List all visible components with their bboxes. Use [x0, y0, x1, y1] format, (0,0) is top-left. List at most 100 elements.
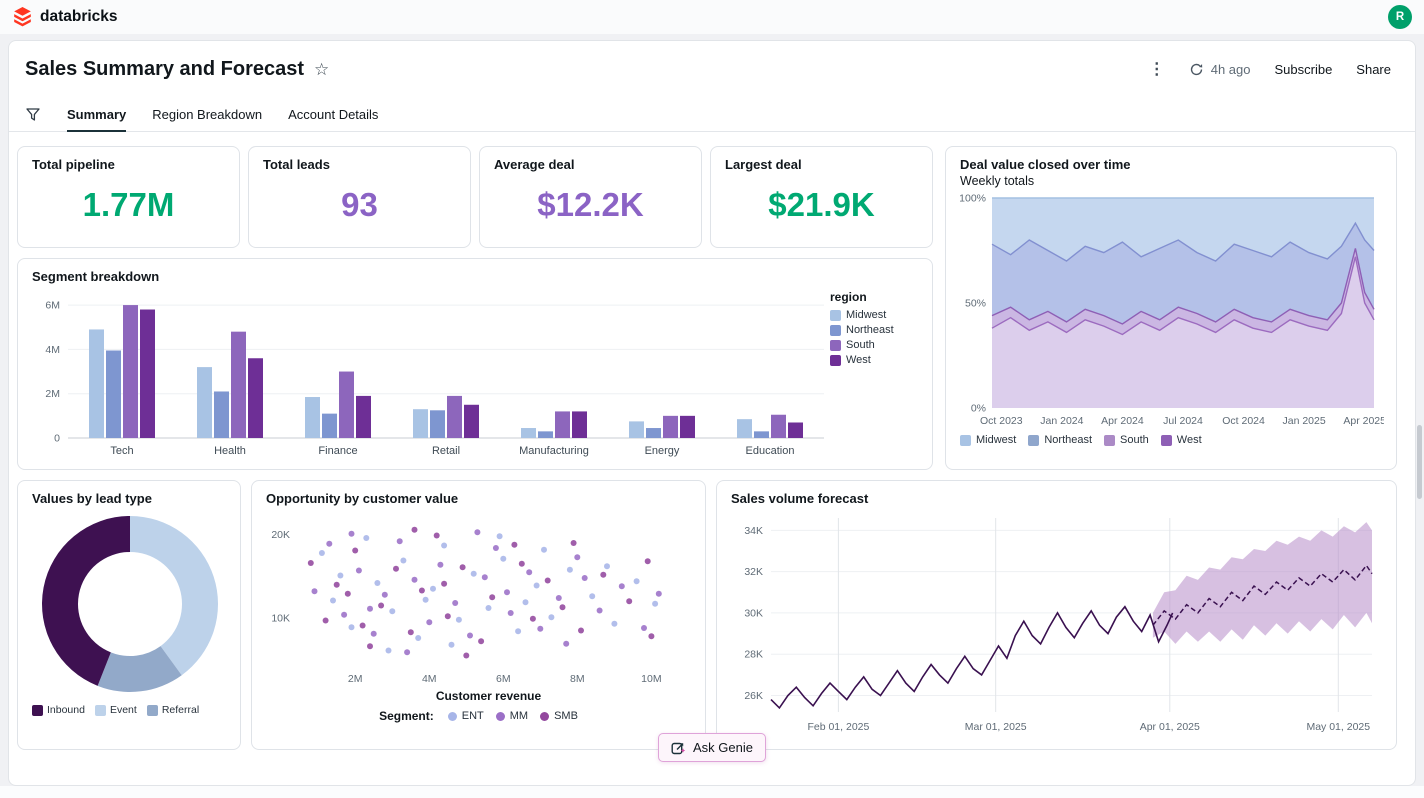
scatter-point-ent[interactable]	[374, 580, 381, 586]
scatter-point-ent[interactable]	[455, 616, 462, 623]
bar-midwest[interactable]	[305, 397, 320, 438]
user-avatar[interactable]: R	[1388, 5, 1412, 29]
more-options-button[interactable]: ⋮	[1149, 59, 1165, 79]
scatter-point-smb[interactable]	[378, 602, 385, 609]
legend-item-northeast[interactable]: Northeast	[830, 324, 916, 336]
scatter-point-ent[interactable]	[522, 599, 529, 606]
scatter-point-mm[interactable]	[311, 588, 318, 595]
scatter-point-mm[interactable]	[355, 567, 362, 574]
share-button[interactable]: Share	[1356, 62, 1391, 77]
legend-item-event[interactable]: Event	[94, 704, 137, 716]
bar-west[interactable]	[572, 411, 587, 438]
scatter-point-smb[interactable]	[644, 558, 651, 565]
scatter-point-ent[interactable]	[337, 572, 344, 579]
scatter-point-ent[interactable]	[548, 614, 555, 621]
bar-midwest[interactable]	[737, 419, 752, 438]
scatter-point-smb[interactable]	[359, 622, 366, 629]
donut-slice-event[interactable]	[130, 516, 219, 676]
bar-northeast[interactable]	[646, 428, 661, 438]
databricks-logo[interactable]: databricks	[12, 6, 118, 28]
scatter-point-smb[interactable]	[441, 580, 448, 587]
bar-northeast[interactable]	[538, 431, 553, 438]
bar-west[interactable]	[140, 309, 155, 438]
bar-west[interactable]	[788, 422, 803, 438]
scatter-point-ent[interactable]	[541, 546, 547, 553]
bar-south[interactable]	[123, 305, 138, 438]
legend-item-midwest[interactable]: Midwest	[960, 434, 1016, 446]
scatter-point-ent[interactable]	[500, 555, 507, 562]
scatter-point-smb[interactable]	[322, 617, 329, 624]
legend-item-mm[interactable]: MM	[495, 710, 528, 722]
bar-midwest[interactable]	[197, 367, 212, 438]
scatter-point-ent[interactable]	[566, 566, 573, 573]
tab-region-breakdown[interactable]: Region Breakdown	[152, 97, 262, 132]
lead-type-donut-chart[interactable]	[32, 510, 228, 700]
legend-item-northeast[interactable]: Northeast	[1028, 434, 1092, 446]
scatter-point-mm[interactable]	[537, 625, 544, 632]
scatter-point-smb[interactable]	[393, 565, 399, 572]
scatter-point-mm[interactable]	[437, 561, 444, 568]
tab-account-details[interactable]: Account Details	[288, 97, 378, 132]
scatter-point-ent[interactable]	[441, 542, 448, 549]
bar-midwest[interactable]	[413, 409, 428, 438]
scatter-point-smb[interactable]	[570, 540, 577, 546]
scatter-point-ent[interactable]	[611, 620, 618, 627]
scatter-point-ent[interactable]	[430, 585, 436, 592]
scatter-point-smb[interactable]	[626, 598, 633, 605]
scatter-point-ent[interactable]	[318, 550, 325, 556]
bar-northeast[interactable]	[322, 413, 337, 438]
bar-midwest[interactable]	[629, 421, 644, 438]
bar-northeast[interactable]	[106, 350, 121, 438]
scatter-point-ent[interactable]	[470, 570, 477, 577]
scatter-point-smb[interactable]	[367, 643, 373, 650]
scatter-point-smb[interactable]	[459, 564, 466, 571]
scatter-point-mm[interactable]	[370, 630, 377, 637]
scatter-point-mm[interactable]	[411, 576, 418, 583]
bar-midwest[interactable]	[521, 428, 536, 438]
bar-west[interactable]	[680, 415, 695, 438]
scatter-point-mm[interactable]	[426, 619, 433, 626]
bar-south[interactable]	[771, 414, 786, 438]
legend-item-inbound[interactable]: Inbound	[32, 704, 85, 716]
bar-northeast[interactable]	[430, 410, 445, 438]
scatter-point-mm[interactable]	[641, 625, 647, 631]
scatter-point-smb[interactable]	[444, 613, 451, 620]
scatter-point-mm[interactable]	[655, 590, 662, 597]
scatter-point-ent[interactable]	[400, 557, 407, 564]
scatter-point-mm[interactable]	[507, 610, 514, 616]
scatter-point-ent[interactable]	[515, 628, 522, 635]
subscribe-button[interactable]: Subscribe	[1274, 62, 1332, 77]
bar-west[interactable]	[464, 404, 479, 438]
scatter-point-smb[interactable]	[463, 652, 470, 659]
scatter-point-ent[interactable]	[389, 608, 396, 615]
scatter-point-ent[interactable]	[415, 635, 422, 641]
bar-northeast[interactable]	[214, 391, 229, 438]
scatter-point-mm[interactable]	[574, 554, 581, 561]
scatter-point-ent[interactable]	[485, 605, 492, 611]
scatter-point-smb[interactable]	[333, 581, 340, 588]
scatter-point-ent[interactable]	[496, 533, 503, 540]
deal-value-area-chart[interactable]: 0% 50% 100% Oct 2023 Jan 2024 Apr 2024 Jul 202…	[960, 188, 1384, 432]
scatter-point-smb[interactable]	[407, 629, 414, 636]
scatter-point-smb[interactable]	[344, 590, 351, 597]
ask-genie-button[interactable]: Ask Genie	[658, 733, 766, 762]
filter-icon[interactable]	[25, 106, 41, 122]
scatter-point-mm[interactable]	[348, 530, 355, 537]
tab-summary[interactable]: Summary	[67, 97, 127, 132]
scatter-point-mm[interactable]	[326, 540, 333, 547]
scatter-point-smb[interactable]	[529, 615, 536, 622]
scatter-point-smb[interactable]	[411, 526, 418, 533]
legend-item-midwest[interactable]: Midwest	[830, 309, 916, 321]
scatter-point-smb[interactable]	[578, 627, 584, 634]
legend-item-south[interactable]: South	[830, 339, 916, 351]
scatter-point-mm[interactable]	[467, 632, 473, 639]
scatter-point-smb[interactable]	[648, 633, 655, 640]
scatter-point-mm[interactable]	[555, 595, 562, 601]
scatter-point-ent[interactable]	[533, 582, 540, 589]
scatter-point-mm[interactable]	[452, 600, 459, 606]
scatter-point-ent[interactable]	[385, 647, 392, 654]
scatter-point-mm[interactable]	[504, 589, 510, 596]
refresh-button[interactable]: 4h ago	[1189, 62, 1250, 77]
legend-item-smb[interactable]: SMB	[540, 710, 578, 722]
bar-west[interactable]	[248, 358, 263, 438]
